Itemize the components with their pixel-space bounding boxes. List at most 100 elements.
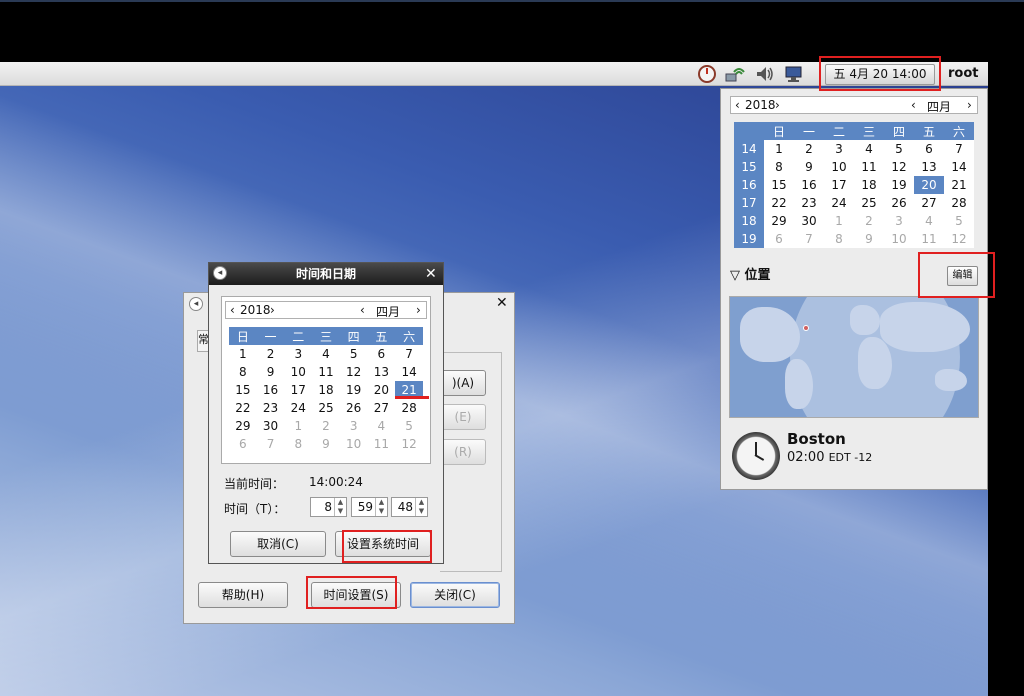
calendar-day[interactable]: 4 — [914, 212, 944, 230]
calendar-day[interactable]: 4 — [854, 140, 884, 158]
spinner-arrows-icon[interactable]: ▲ ▼ — [375, 498, 387, 516]
calendar-day[interactable]: 10 — [824, 158, 854, 176]
panel-user-label[interactable]: root — [948, 64, 979, 83]
calendar-day[interactable]: 28 — [944, 194, 974, 212]
calendar-day[interactable]: 9 — [312, 435, 340, 453]
calendar-day[interactable]: 8 — [764, 158, 794, 176]
calendar-day[interactable]: 27 — [367, 399, 396, 417]
calendar-day[interactable]: 14 — [395, 363, 423, 381]
edit-button[interactable]: (E) — [440, 404, 486, 430]
calendar-day[interactable]: 15 — [764, 176, 794, 194]
calendar-day[interactable]: 18 — [312, 381, 340, 399]
calendar-day[interactable]: 13 — [367, 363, 396, 381]
calendar-day[interactable]: 10 — [339, 435, 368, 453]
calendar-day[interactable]: 1 — [229, 345, 257, 363]
calendar-day[interactable]: 11 — [914, 230, 944, 248]
second-value[interactable]: 48 — [398, 498, 413, 516]
calendar-day[interactable]: 6 — [764, 230, 794, 248]
calendar-day[interactable]: 9 — [854, 230, 884, 248]
calendar-day[interactable]: 17 — [824, 176, 854, 194]
next-year-icon[interactable]: › — [270, 303, 275, 317]
calendar-day[interactable]: 2 — [854, 212, 884, 230]
calendar-day[interactable]: 2 — [256, 345, 285, 363]
calendar-day[interactable]: 11 — [367, 435, 396, 453]
calendar-day[interactable]: 6 — [367, 345, 396, 363]
popup-next-year-icon[interactable]: › — [775, 98, 780, 112]
prev-year-icon[interactable]: ‹ — [230, 303, 235, 317]
cancel-button[interactable]: 取消(C) — [230, 531, 326, 557]
calendar-day[interactable]: 5 — [944, 212, 974, 230]
spinner-arrows-icon[interactable]: ▲ ▼ — [415, 498, 427, 516]
calendar-day[interactable]: 20 — [914, 176, 944, 194]
network-icon[interactable] — [724, 64, 745, 84]
calendar-day[interactable]: 4 — [312, 345, 340, 363]
calendar-day[interactable]: 23 — [256, 399, 285, 417]
calendar-day[interactable]: 4 — [367, 417, 396, 435]
calendar-day[interactable]: 5 — [339, 345, 368, 363]
dialog-close-icon[interactable]: ✕ — [425, 267, 437, 281]
calendar-day[interactable]: 24 — [824, 194, 854, 212]
calendar-day[interactable]: 7 — [794, 230, 824, 248]
add-button[interactable]: )(A) — [440, 370, 486, 396]
compass-icon[interactable] — [697, 64, 717, 84]
calendar-day[interactable]: 25 — [312, 399, 340, 417]
calendar-day[interactable]: 25 — [854, 194, 884, 212]
calendar-day[interactable]: 13 — [914, 158, 944, 176]
location-section[interactable]: ▽ 位置 — [730, 264, 771, 283]
calendar-day[interactable]: 11 — [312, 363, 340, 381]
calendar-day[interactable]: 8 — [824, 230, 854, 248]
calendar-day[interactable]: 3 — [284, 345, 313, 363]
calendar-day[interactable]: 27 — [914, 194, 944, 212]
dialog-menu-icon[interactable]: ◂ — [189, 297, 203, 311]
hour-value[interactable]: 8 — [324, 498, 332, 516]
help-button[interactable]: 帮助(H) — [198, 582, 288, 608]
popup-next-month-icon[interactable]: › — [967, 98, 972, 112]
calendar-day[interactable]: 11 — [854, 158, 884, 176]
hour-spinner[interactable]: 8 ▲ ▼ — [310, 497, 347, 517]
calendar-day[interactable]: 3 — [824, 140, 854, 158]
calendar-day[interactable]: 20 — [367, 381, 396, 399]
calendar-day[interactable]: 18 — [854, 176, 884, 194]
calendar-day[interactable]: 10 — [284, 363, 313, 381]
calendar-day[interactable]: 9 — [794, 158, 824, 176]
calendar-day[interactable]: 22 — [229, 399, 257, 417]
close-button[interactable]: 关闭(C) — [410, 582, 500, 608]
calendar-day[interactable]: 12 — [339, 363, 368, 381]
calendar-day[interactable]: 17 — [284, 381, 313, 399]
calendar-day[interactable]: 5 — [884, 140, 914, 158]
minute-spinner[interactable]: 59 ▲ ▼ — [351, 497, 388, 517]
monitor-icon[interactable] — [783, 64, 803, 84]
calendar-day[interactable]: 6 — [914, 140, 944, 158]
calendar-day[interactable]: 10 — [884, 230, 914, 248]
minute-value[interactable]: 59 — [358, 498, 373, 516]
calendar-day[interactable]: 19 — [339, 381, 368, 399]
calendar-day[interactable]: 15 — [229, 381, 257, 399]
calendar-day[interactable]: 12 — [944, 230, 974, 248]
calendar-day[interactable]: 24 — [284, 399, 313, 417]
calendar-day[interactable]: 16 — [794, 176, 824, 194]
calendar-day[interactable]: 2 — [794, 140, 824, 158]
calendar-day[interactable]: 29 — [764, 212, 794, 230]
calendar-day[interactable]: 7 — [944, 140, 974, 158]
calendar-day[interactable]: 9 — [256, 363, 285, 381]
spinner-arrows-icon[interactable]: ▲ ▼ — [334, 498, 346, 516]
calendar-day[interactable]: 16 — [256, 381, 285, 399]
calendar-day[interactable]: 1 — [284, 417, 313, 435]
calendar-day[interactable]: 22 — [764, 194, 794, 212]
calendar-day[interactable]: 26 — [339, 399, 368, 417]
calendar-day[interactable]: 14 — [944, 158, 974, 176]
calendar-day[interactable]: 1 — [764, 140, 794, 158]
calendar-day[interactable]: 26 — [884, 194, 914, 212]
calendar-day[interactable]: 7 — [256, 435, 285, 453]
dialog-menu-icon[interactable]: ◂ — [213, 266, 227, 280]
remove-button[interactable]: (R) — [440, 439, 486, 465]
calendar-day[interactable]: 8 — [229, 363, 257, 381]
calendar-day[interactable]: 1 — [824, 212, 854, 230]
calendar-day[interactable]: 21 — [944, 176, 974, 194]
calendar-day[interactable]: 3 — [339, 417, 368, 435]
calendar-day[interactable]: 8 — [284, 435, 313, 453]
calendar-day[interactable]: 7 — [395, 345, 423, 363]
popup-prev-month-icon[interactable]: ‹ — [911, 98, 916, 112]
second-spinner[interactable]: 48 ▲ ▼ — [391, 497, 428, 517]
calendar-day[interactable]: 3 — [884, 212, 914, 230]
